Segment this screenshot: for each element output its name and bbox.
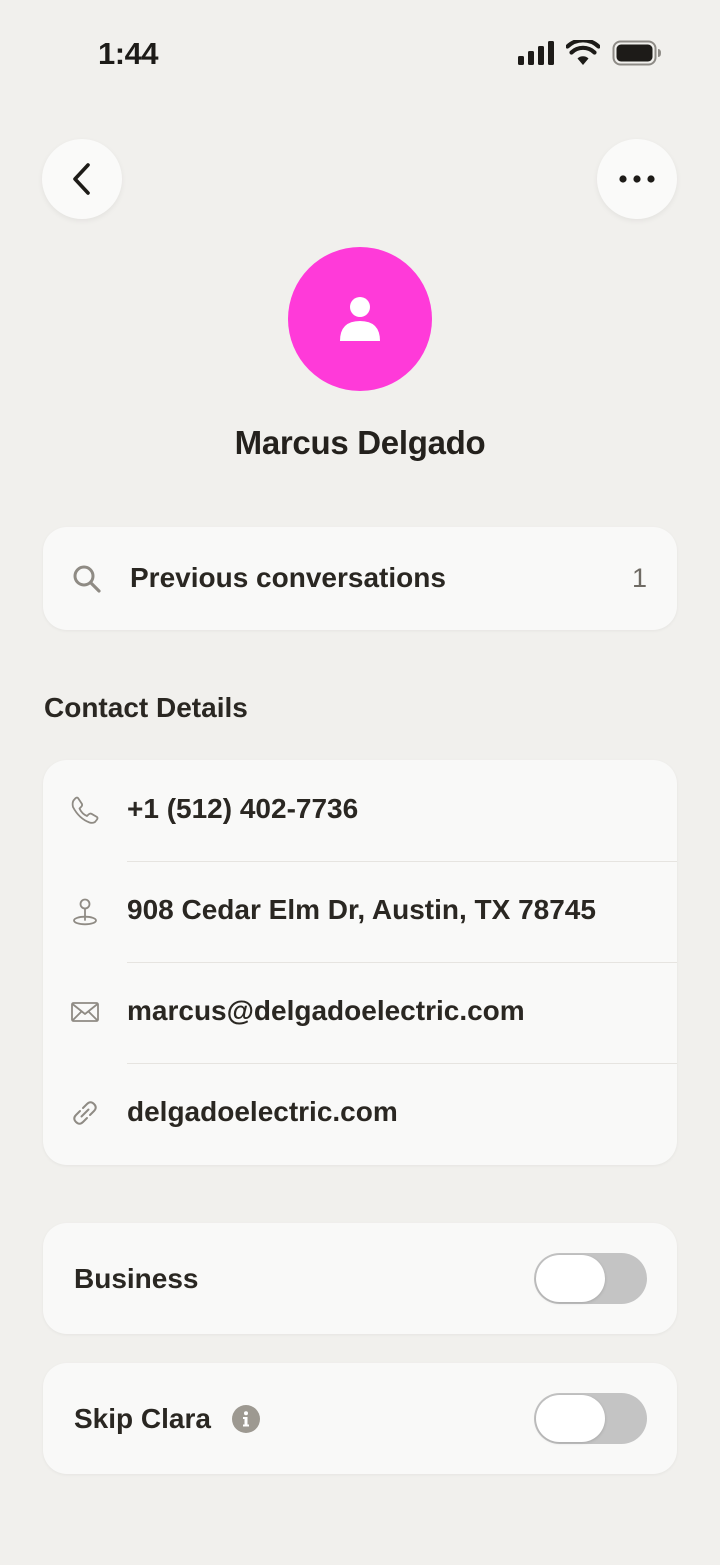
link-icon [73,1101,97,1125]
contact-detail-screen: 1:44 Marcus Delgado Previous conversatio… [0,0,720,1565]
chevron-left-icon [73,163,90,195]
signal-icon [518,41,554,65]
business-toggle[interactable] [534,1253,647,1304]
contact-name: Marcus Delgado [234,424,486,461]
previous-conversations-label: Previous conversations [130,562,446,593]
phone-value: +1 (512) 402-7736 [127,793,359,824]
status-time: 1:44 [98,36,159,71]
toggle-knob [536,1255,605,1302]
business-setting: Business [43,1223,677,1334]
website-value: delgadoelectric.com [127,1096,398,1127]
website-row[interactable]: delgadoelectric.com [43,1063,677,1164]
skip-clara-setting: Skip Clara [43,1363,677,1474]
contact-details-title: Contact Details [44,692,248,723]
avatar [288,247,432,391]
phone-icon [71,796,99,824]
location-pin-icon [73,898,97,926]
person-icon [340,297,380,341]
email-value: marcus@delgadoelectric.com [127,995,525,1026]
address-value: 908 Cedar Elm Dr, Austin, TX 78745 [127,894,596,925]
email-row[interactable]: marcus@delgadoelectric.com [43,962,677,1063]
info-glyph-icon [243,1411,249,1427]
phone-row[interactable]: +1 (512) 402-7736 [43,760,677,861]
mail-icon [71,1002,99,1022]
more-options-button[interactable] [597,139,677,219]
address-row[interactable]: 908 Cedar Elm Dr, Austin, TX 78745 [43,861,677,962]
status-bar: 1:44 [0,0,720,108]
status-icons [518,40,662,66]
skip-clara-toggle[interactable] [534,1393,647,1444]
toggle-knob [536,1395,605,1442]
business-label: Business [74,1263,199,1294]
skip-clara-label: Skip Clara [74,1403,211,1434]
battery-icon [612,40,661,66]
contact-details-card: +1 (512) 402-7736 908 Cedar Elm Dr, Aust… [43,760,677,1165]
ellipsis-icon [619,175,655,183]
search-icon [73,565,101,593]
previous-conversations-button[interactable]: Previous conversations 1 [43,527,677,630]
info-icon[interactable] [232,1405,260,1433]
wifi-icon [566,40,600,65]
back-button[interactable] [42,139,122,219]
previous-conversations-count: 1 [631,563,647,593]
